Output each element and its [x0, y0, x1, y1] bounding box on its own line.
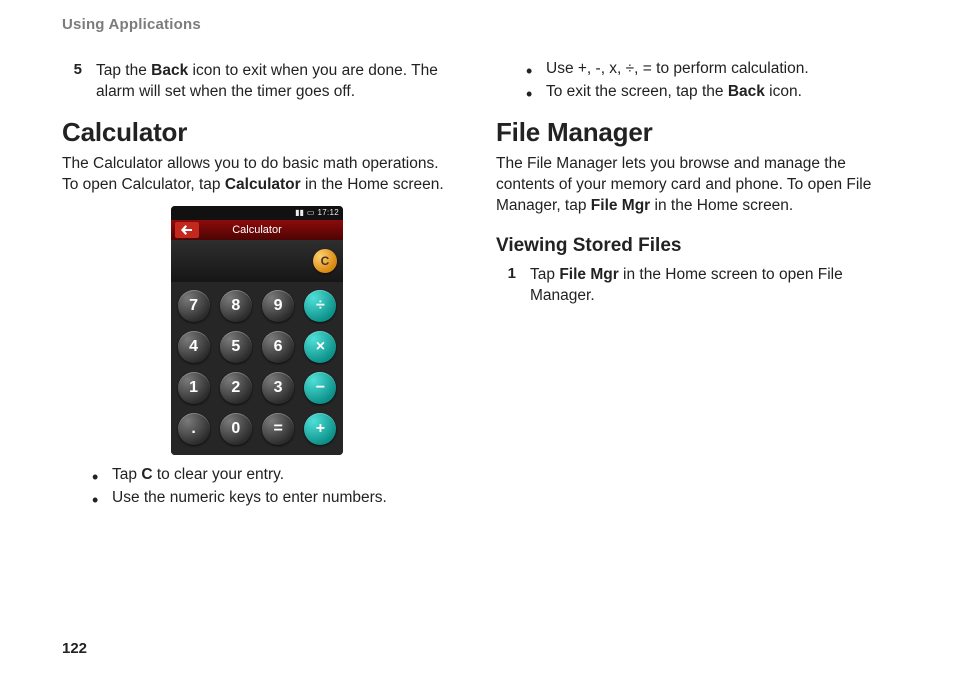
step-number: 1: [502, 265, 516, 307]
text-fragment: to clear your entry.: [153, 466, 285, 483]
step-5: 5 Tap the Back icon to exit when you are…: [68, 61, 452, 103]
key-multiply[interactable]: ×: [304, 331, 336, 363]
bold-c: C: [141, 466, 152, 483]
text-fragment: Tap: [530, 266, 559, 283]
calculator-keypad: 7 8 9 ÷ 4 5 6 × 1 2 3 − . 0 =: [171, 282, 343, 455]
text-fragment: Tap: [112, 466, 141, 483]
bold-calculator: Calculator: [225, 176, 301, 193]
file-manager-heading: File Manager: [496, 117, 886, 148]
key-7[interactable]: 7: [178, 290, 210, 322]
key-6[interactable]: 6: [262, 331, 294, 363]
calculator-tips-continued: Use +, -, x, ÷, = to perform calculation…: [526, 59, 886, 103]
phone-frame: ▮▮ ▭ 17:12 Calculator C 7: [171, 206, 343, 455]
calculator-tips: Tap C to clear your entry. Use the numer…: [92, 465, 452, 509]
calculator-display: C: [171, 240, 343, 282]
list-item: Use +, -, x, ÷, = to perform calculation…: [526, 59, 886, 80]
back-icon[interactable]: [175, 222, 199, 238]
key-5[interactable]: 5: [220, 331, 252, 363]
phone-status-bar: ▮▮ ▭ 17:12: [171, 206, 343, 220]
text-fragment: in the Home screen.: [301, 176, 444, 193]
manual-page: Using Applications 5 Tap the Back icon t…: [0, 0, 954, 533]
key-equals[interactable]: =: [262, 413, 294, 445]
page-number: 122: [62, 640, 87, 657]
text-fragment: Tap the: [96, 62, 151, 79]
key-8[interactable]: 8: [220, 290, 252, 322]
running-head: Using Applications: [62, 16, 894, 33]
phone-title-bar: Calculator: [171, 220, 343, 240]
phone-screenshot: ▮▮ ▭ 17:12 Calculator C 7: [62, 206, 452, 455]
key-add[interactable]: +: [304, 413, 336, 445]
list-item: To exit the screen, tap the Back icon.: [526, 82, 886, 103]
bold-back: Back: [151, 62, 188, 79]
key-divide[interactable]: ÷: [304, 290, 336, 322]
signal-icon: ▮▮: [295, 208, 304, 217]
step-text: Tap the Back icon to exit when you are d…: [96, 61, 452, 103]
file-manager-intro: The File Manager lets you browse and man…: [496, 154, 886, 217]
key-0[interactable]: 0: [220, 413, 252, 445]
text-fragment: icon.: [765, 83, 802, 100]
step-text: Tap File Mgr in the Home screen to open …: [530, 265, 886, 307]
key-9[interactable]: 9: [262, 290, 294, 322]
calculator-heading: Calculator: [62, 117, 452, 148]
key-3[interactable]: 3: [262, 372, 294, 404]
viewing-stored-files-heading: Viewing Stored Files: [496, 235, 886, 257]
step-number: 5: [68, 61, 82, 103]
bold-back: Back: [728, 83, 765, 100]
list-item: Use the numeric keys to enter numbers.: [92, 488, 452, 509]
key-dot[interactable]: .: [178, 413, 210, 445]
status-time: 17:12: [317, 208, 339, 217]
text-fragment: in the Home screen.: [650, 197, 793, 214]
left-column: 5 Tap the Back icon to exit when you are…: [62, 55, 452, 513]
clear-button[interactable]: C: [313, 249, 337, 273]
list-item: Tap C to clear your entry.: [92, 465, 452, 486]
text-fragment: To exit the screen, tap the: [546, 83, 728, 100]
phone-app-title: Calculator: [232, 224, 282, 236]
battery-icon: ▭: [307, 208, 315, 217]
bold-file-mgr: File Mgr: [559, 266, 618, 283]
two-column-layout: 5 Tap the Back icon to exit when you are…: [62, 55, 894, 513]
step-1: 1 Tap File Mgr in the Home screen to ope…: [502, 265, 886, 307]
calculator-intro: The Calculator allows you to do basic ma…: [62, 154, 452, 196]
key-subtract[interactable]: −: [304, 372, 336, 404]
key-4[interactable]: 4: [178, 331, 210, 363]
bold-file-mgr: File Mgr: [591, 197, 650, 214]
key-2[interactable]: 2: [220, 372, 252, 404]
right-column: Use +, -, x, ÷, = to perform calculation…: [496, 55, 886, 513]
key-1[interactable]: 1: [178, 372, 210, 404]
